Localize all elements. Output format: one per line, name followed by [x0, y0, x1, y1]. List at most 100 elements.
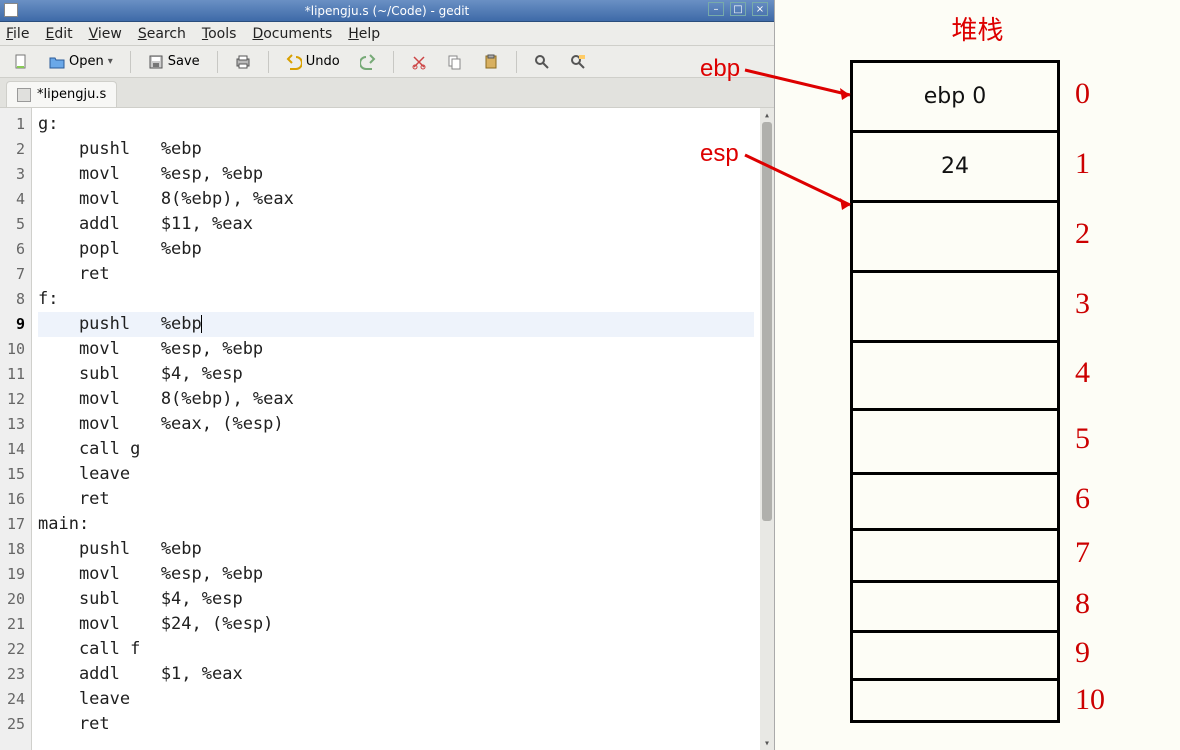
code-line[interactable]: g:: [38, 112, 754, 137]
stack-index: 3: [1075, 287, 1090, 321]
code-line[interactable]: addl $11, %eax: [38, 212, 754, 237]
code-line[interactable]: subl $4, %esp: [38, 587, 754, 612]
vertical-scrollbar[interactable]: ▴ ▾: [760, 108, 774, 750]
stack-index: 10: [1075, 683, 1105, 717]
menu-file[interactable]: File: [6, 26, 29, 42]
close-button[interactable]: ×: [752, 2, 768, 16]
stack-cell: [850, 580, 1060, 630]
undo-button[interactable]: Undo: [279, 49, 347, 75]
stack-cell: ebp 0: [850, 60, 1060, 130]
line-number-gutter: 1234567891011121314151617181920212223242…: [0, 108, 32, 750]
code-line[interactable]: call g: [38, 437, 754, 462]
toolbar-separator: [268, 51, 269, 73]
stack-index: 4: [1075, 356, 1090, 390]
code-content[interactable]: g: pushl %ebp movl %esp, %ebp movl 8(%eb…: [32, 108, 760, 750]
code-line[interactable]: subl $4, %esp: [38, 362, 754, 387]
esp-label: esp: [700, 140, 739, 168]
search-icon: [534, 54, 550, 70]
toolbar-separator: [516, 51, 517, 73]
stack-cell: [850, 528, 1060, 580]
stack-cell: [850, 408, 1060, 472]
cut-icon: [411, 54, 427, 70]
copy-button[interactable]: [440, 49, 470, 75]
code-line[interactable]: f:: [38, 287, 754, 312]
menu-help[interactable]: Help: [348, 26, 380, 42]
line-number: 2: [2, 137, 25, 162]
menu-edit[interactable]: Edit: [45, 26, 72, 42]
paste-button[interactable]: [476, 49, 506, 75]
menu-search[interactable]: Search: [138, 26, 186, 42]
stack-cell: [850, 472, 1060, 528]
cut-button[interactable]: [404, 49, 434, 75]
code-line[interactable]: leave: [38, 687, 754, 712]
code-line[interactable]: movl %esp, %ebp: [38, 337, 754, 362]
open-label: Open: [69, 54, 104, 69]
replace-button[interactable]: [563, 49, 593, 75]
code-line[interactable]: movl 8(%ebp), %eax: [38, 387, 754, 412]
line-number: 12: [2, 387, 25, 412]
code-line[interactable]: pushl %ebp: [38, 312, 754, 337]
code-line[interactable]: main:: [38, 512, 754, 537]
menubar: File Edit View Search Tools Documents He…: [0, 22, 774, 46]
stack-index: 2: [1075, 217, 1090, 251]
code-line[interactable]: addl $1, %eax: [38, 662, 754, 687]
stack-index: 1: [1075, 147, 1090, 181]
line-number: 22: [2, 637, 25, 662]
minimize-button[interactable]: –: [708, 2, 724, 16]
chevron-down-icon: ▾: [108, 56, 113, 67]
menu-view[interactable]: View: [89, 26, 122, 42]
new-file-icon: [13, 54, 29, 70]
code-line[interactable]: movl $24, (%esp): [38, 612, 754, 637]
code-line[interactable]: pushl %ebp: [38, 137, 754, 162]
line-number: 7: [2, 262, 25, 287]
menu-documents[interactable]: Documents: [252, 26, 332, 42]
stack-cell: [850, 200, 1060, 270]
code-line[interactable]: movl %esp, %ebp: [38, 562, 754, 587]
new-button[interactable]: [6, 49, 36, 75]
menu-tools[interactable]: Tools: [202, 26, 237, 42]
line-number: 23: [2, 662, 25, 687]
line-number: 5: [2, 212, 25, 237]
file-icon: [17, 88, 31, 102]
line-number: 17: [2, 512, 25, 537]
code-line[interactable]: ret: [38, 712, 754, 737]
open-button[interactable]: Open ▾: [42, 49, 120, 75]
editor[interactable]: 1234567891011121314151617181920212223242…: [0, 108, 774, 750]
undo-icon: [286, 54, 302, 70]
print-button[interactable]: [228, 49, 258, 75]
scroll-thumb[interactable]: [762, 122, 772, 521]
line-number: 4: [2, 187, 25, 212]
line-number: 9: [2, 312, 25, 337]
code-line[interactable]: leave: [38, 462, 754, 487]
stack-cell: 24: [850, 130, 1060, 200]
code-line[interactable]: popl %ebp: [38, 237, 754, 262]
find-button[interactable]: [527, 49, 557, 75]
scroll-track[interactable]: [760, 122, 774, 736]
scroll-up-icon[interactable]: ▴: [760, 108, 774, 122]
copy-icon: [447, 54, 463, 70]
code-line[interactable]: movl %esp, %ebp: [38, 162, 754, 187]
code-line[interactable]: movl 8(%ebp), %eax: [38, 187, 754, 212]
stack-cell: [850, 678, 1060, 723]
code-line[interactable]: call f: [38, 637, 754, 662]
line-number: 15: [2, 462, 25, 487]
line-number: 1: [2, 112, 25, 137]
code-line[interactable]: movl %eax, (%esp): [38, 412, 754, 437]
code-line[interactable]: pushl %ebp: [38, 537, 754, 562]
tab-file[interactable]: *lipengju.s: [6, 81, 117, 107]
window-titlebar: *lipengju.s (~/Code) - gedit – □ ×: [0, 0, 774, 22]
save-button[interactable]: Save: [141, 49, 207, 75]
stack-index: 9: [1075, 636, 1090, 670]
stack-index: 8: [1075, 587, 1090, 621]
paste-icon: [483, 54, 499, 70]
scroll-down-icon[interactable]: ▾: [760, 736, 774, 750]
stack-diagram: 堆栈 ebp 024 012345678910: [775, 0, 1180, 750]
maximize-button[interactable]: □: [730, 2, 746, 16]
toolbar-separator: [130, 51, 131, 73]
redo-button[interactable]: [353, 49, 383, 75]
code-line[interactable]: ret: [38, 262, 754, 287]
stack-index: 7: [1075, 536, 1090, 570]
line-number: 20: [2, 587, 25, 612]
line-number: 21: [2, 612, 25, 637]
code-line[interactable]: ret: [38, 487, 754, 512]
